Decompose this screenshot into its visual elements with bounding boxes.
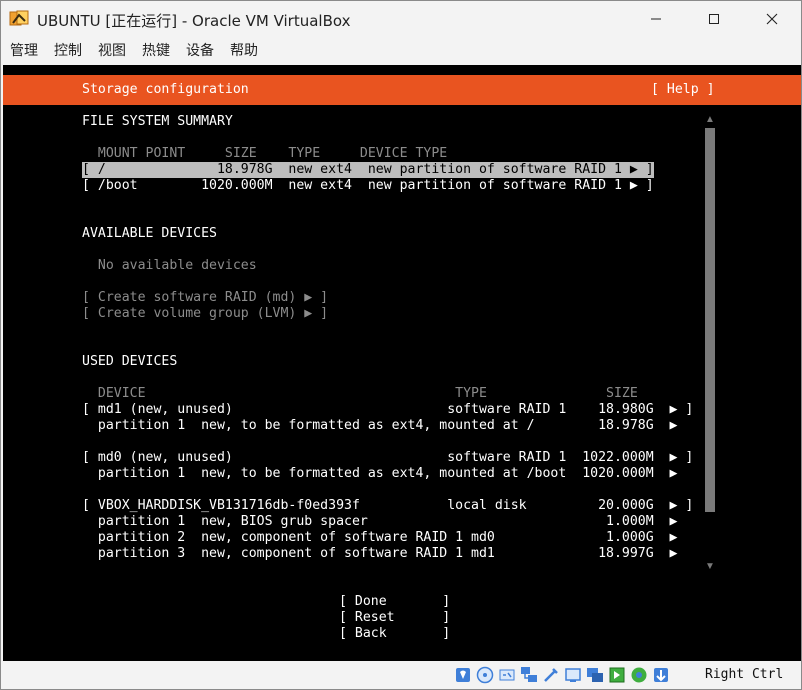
menu-bar: 管理 控制 视图 热键 设备 帮助 — [1, 37, 801, 65]
hdd-icon[interactable] — [453, 665, 473, 685]
virtualbox-window: UBUNTU [正在运行] - Oracle VM VirtualBox 管理 … — [0, 0, 802, 690]
used-devices-heading: USED DEVICES — [82, 354, 178, 369]
create-lvm-button[interactable]: [ Create volume group (LVM) ▶ ] — [82, 306, 328, 322]
fs-summary-heading: FILE SYSTEM SUMMARY — [82, 114, 233, 129]
window-title: UBUNTU [正在运行] - Oracle VM VirtualBox — [37, 12, 351, 30]
installer-header: Storage configuration [ Help ] — [3, 75, 801, 105]
device-row-md1[interactable]: [ md1 (new, unused) software RAID 1 18.9… — [82, 402, 693, 418]
cpu-icon[interactable] — [629, 665, 649, 685]
audio-icon[interactable] — [497, 665, 517, 685]
status-bar: Right Ctrl — [1, 661, 801, 689]
usb-icon[interactable] — [541, 665, 561, 685]
menu-hotkeys[interactable]: 热键 — [134, 37, 178, 65]
scroll-up-arrow-icon[interactable]: ▲ — [705, 114, 715, 125]
available-devices-heading: AVAILABLE DEVICES — [82, 226, 217, 241]
device-row-md0[interactable]: [ md0 (new, unused) software RAID 1 1022… — [82, 450, 693, 466]
menu-view[interactable]: 视图 — [90, 37, 134, 65]
fs-row-root[interactable]: [ / 18.978G new ext4 new partition of so… — [82, 162, 654, 178]
partition-row-md1-p1[interactable]: partition 1 new, to be formatted as ext4… — [82, 418, 678, 434]
no-available-devices-text: No available devices — [82, 258, 257, 273]
partition-row-disk-p2[interactable]: partition 2 new, component of software R… — [82, 530, 678, 546]
done-button[interactable]: [ Done ] — [339, 594, 450, 610]
menu-manage[interactable]: 管理 — [1, 37, 46, 65]
menu-help[interactable]: 帮助 — [222, 37, 266, 65]
reset-button[interactable]: [ Reset ] — [339, 610, 450, 626]
close-button[interactable] — [743, 1, 801, 37]
host-key-label: Right Ctrl — [705, 667, 784, 682]
help-button[interactable]: [ Help ] — [651, 82, 715, 98]
optical-drive-icon[interactable] — [475, 665, 495, 685]
back-button[interactable]: [ Back ] — [339, 626, 450, 642]
title-bar[interactable]: UBUNTU [正在运行] - Oracle VM VirtualBox — [1, 1, 801, 37]
close-icon — [766, 13, 778, 25]
virtualbox-app-icon — [9, 10, 29, 26]
device-row-vbox-disk[interactable]: [ VBOX_HARDDISK_VB131716db-f0ed393f loca… — [82, 498, 693, 514]
fs-column-headers: MOUNT POINT SIZE TYPE DEVICE TYPE — [82, 146, 448, 161]
maximize-button[interactable] — [685, 1, 743, 37]
installer-title: Storage configuration — [82, 82, 249, 97]
partition-row-md0-p1[interactable]: partition 1 new, to be formatted as ext4… — [82, 466, 678, 482]
maximize-icon — [709, 14, 719, 24]
display-icon[interactable] — [585, 665, 605, 685]
fs-row-boot[interactable]: [ /boot 1020.000M new ext4 new partition… — [82, 178, 654, 194]
partition-row-disk-p1[interactable]: partition 1 new, BIOS grub spacer 1.000M… — [82, 514, 678, 530]
mouse-integration-icon[interactable] — [651, 665, 671, 685]
used-column-headers: DEVICE TYPE SIZE — [82, 386, 638, 401]
create-raid-button[interactable]: [ Create software RAID (md) ▶ ] — [82, 290, 328, 306]
partition-row-disk-p3[interactable]: partition 3 new, component of software R… — [82, 546, 678, 562]
vm-display[interactable]: Storage configuration [ Help ] FILE SYST… — [3, 65, 801, 661]
minimize-icon — [651, 18, 661, 20]
status-icons — [453, 665, 671, 685]
menu-devices[interactable]: 设备 — [178, 37, 222, 65]
scrollbar[interactable] — [705, 128, 715, 512]
menu-control[interactable]: 控制 — [46, 37, 90, 65]
recording-icon[interactable] — [607, 665, 627, 685]
network-icon[interactable] — [519, 665, 539, 685]
minimize-button[interactable] — [627, 1, 685, 37]
scroll-down-arrow-icon[interactable]: ▼ — [705, 561, 715, 572]
shared-folders-icon[interactable] — [563, 665, 583, 685]
